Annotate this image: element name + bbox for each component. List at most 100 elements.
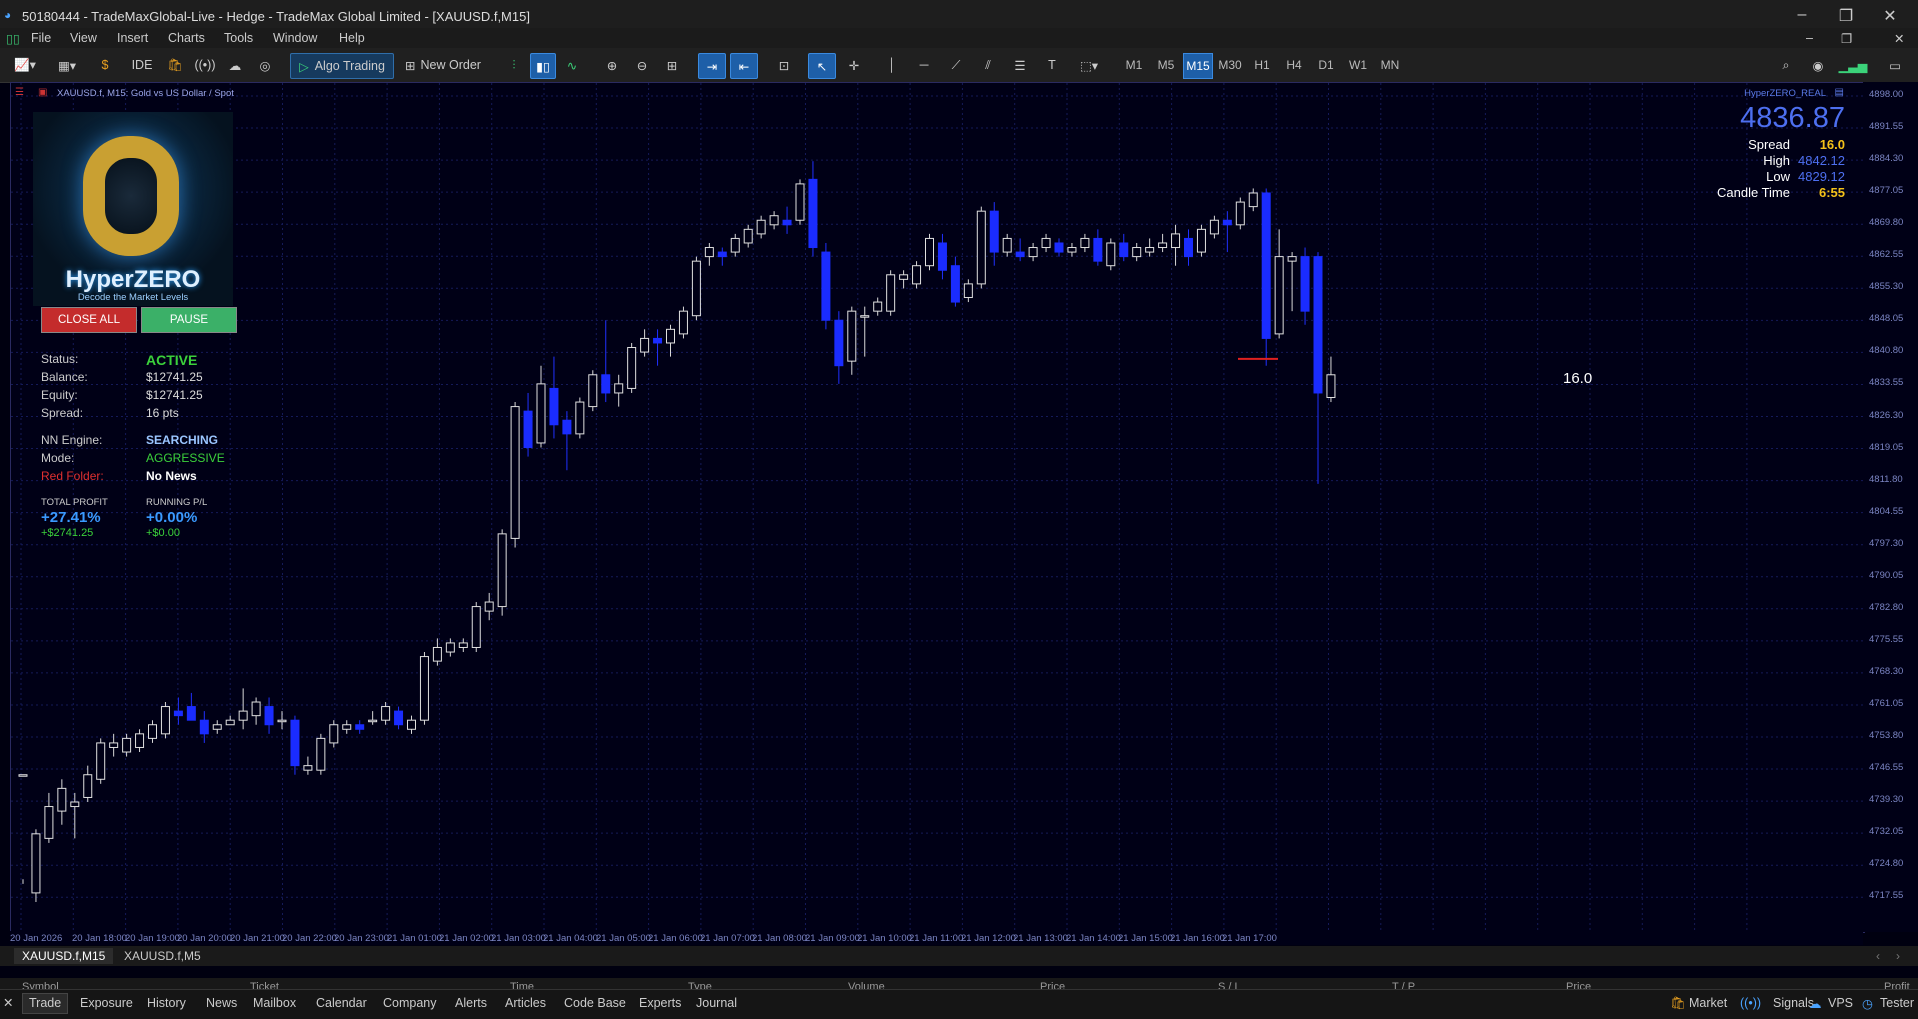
crosshair-icon[interactable]: ✛ [842,53,866,77]
spread-label: Spread: [41,406,84,420]
menu-window[interactable]: Window [273,31,317,45]
price-tick: 4891.55 [1869,121,1904,133]
tab-articles[interactable]: Articles [505,996,546,1010]
account-icon[interactable]: ◉ [1806,53,1830,77]
tf-h1[interactable]: H1 [1248,53,1276,77]
new-order-button[interactable]: ⊞ New Order [400,53,486,77]
price-tick: 4753.80 [1869,730,1904,741]
minimize-button[interactable]: – [1782,6,1822,24]
candle-body [1132,247,1142,258]
tab-code-base[interactable]: Code Base [564,996,626,1010]
close-all-button[interactable]: CLOSE ALL [41,307,137,333]
menu-view[interactable]: View [70,31,97,45]
grid-icon[interactable]: ⊞ [660,53,684,77]
candle-body [743,228,753,244]
menu-file[interactable]: File [31,31,51,45]
menu-insert[interactable]: Insert [117,31,148,45]
time-axis[interactable]: 20 Jan 2026 20 Jan 18:00 20 Jan 19:00 20 Ja… [10,931,1863,945]
tab-history[interactable]: History [147,996,186,1010]
text-icon[interactable]: T [1040,53,1064,77]
tab-trade[interactable]: Trade [22,993,69,1014]
tf-m1[interactable]: M1 [1120,53,1148,77]
algo-trading-button[interactable]: ▷ Algo Trading [290,53,394,79]
bar-chart-icon[interactable]: ⫶ [502,53,526,77]
menu-tools[interactable]: Tools [224,31,253,45]
candle-body [756,219,766,235]
tab-alerts[interactable]: Alerts [455,996,487,1010]
tf-m30[interactable]: M30 [1216,53,1244,77]
menu-restore-icon[interactable]: ❐ [1841,31,1852,46]
status-tester[interactable]: Tester [1880,996,1914,1010]
time-tick: 20 Jan 19:00 [125,933,180,944]
candlestick-icon[interactable]: ▮▯ [530,53,556,79]
line-chart-icon[interactable]: ∿ [560,53,584,77]
cursor-icon[interactable]: ↖ [808,53,836,79]
trendline-icon[interactable]: ⟋ [944,53,968,77]
window-title: 50180444 - TradeMaxGlobal-Live - Hedge -… [22,9,530,24]
chart-type-icon[interactable]: 📈▾ [8,53,42,77]
candlestick-chart[interactable] [11,83,1864,932]
connection-icon[interactable]: ▁▃▅ [1836,53,1870,77]
candle-body [1067,247,1077,253]
candle-body [1171,233,1181,249]
candle-body [316,737,326,771]
candle-body [795,183,805,221]
horizontal-line-icon[interactable]: ─ [912,53,936,77]
zoom-in-icon[interactable]: ⊕ [600,53,624,77]
vertical-line-icon[interactable]: │ [880,53,904,77]
toolbox-close-icon[interactable]: ✕ [3,995,13,1010]
tf-d1[interactable]: D1 [1312,53,1340,77]
signals-icon: ((•)) [1740,996,1762,1010]
tf-h4[interactable]: H4 [1280,53,1308,77]
templates-icon[interactable]: ▦▾ [50,53,84,77]
fibonacci-icon[interactable]: ☰ [1008,53,1032,77]
globe-icon[interactable]: ◎ [254,53,276,77]
tab-company[interactable]: Company [383,996,437,1010]
chart-tab-m15[interactable]: XAUUSD.f,M15 [14,948,114,964]
menu-minimize-icon[interactable]: – [1806,31,1813,45]
tf-m5[interactable]: M5 [1152,53,1180,77]
ide-button[interactable]: IDE [128,53,156,77]
chart-list-icon[interactable]: ☰ [15,87,24,98]
tab-news[interactable]: News [206,996,237,1010]
tabs-prev-icon[interactable]: ‹ [1876,949,1880,963]
tf-mn[interactable]: MN [1376,53,1404,77]
status-signals[interactable]: Signals [1773,996,1814,1010]
time-tick: 21 Jan 08:00 [752,933,807,944]
tab-journal[interactable]: Journal [696,996,737,1010]
status-market[interactable]: Market [1689,996,1727,1010]
autoscroll-icon[interactable]: ⇥ [698,53,726,79]
status-vps[interactable]: VPS [1828,996,1853,1010]
bag-icon[interactable]: 🛍 [164,53,186,77]
signal-icon[interactable]: ((•)) [194,53,216,77]
price-axis[interactable]: 4898.00 4891.55 4884.30 4877.05 4869.80 4862.… [1863,82,1918,932]
search-icon[interactable]: ⌕ [1774,53,1798,77]
cloud-icon[interactable]: ☁ [224,53,246,77]
menu-charts[interactable]: Charts [168,31,205,45]
tab-mailbox[interactable]: Mailbox [253,996,296,1010]
tf-m15[interactable]: M15 [1183,53,1213,79]
menu-close-icon[interactable]: ✕ [1894,31,1904,46]
chart-tab-m5[interactable]: XAUUSD.f,M5 [116,948,209,964]
running-pl-pct: +0.00% [146,509,198,526]
close-window-button[interactable]: ✕ [1870,6,1910,26]
candle-body [601,374,611,394]
tf-w1[interactable]: W1 [1344,53,1372,77]
tab-exposure[interactable]: Exposure [80,996,133,1010]
candle-body [1054,242,1064,253]
candle-body [497,533,507,608]
pause-button[interactable]: PAUSE [141,307,237,333]
chart-shift-icon[interactable]: ⇤ [730,53,758,79]
restore-button[interactable]: ❐ [1826,6,1866,26]
tabs-next-icon[interactable]: › [1896,949,1900,963]
dollar-icon[interactable]: $ [94,53,116,77]
chart-area[interactable]: ☰ ▣ XAUUSD.f, M15: Gold vs US Dollar / S… [10,82,1865,933]
channel-icon[interactable]: ⫽ [976,53,1000,77]
zoom-out-icon[interactable]: ⊖ [630,53,654,77]
tab-experts[interactable]: Experts [639,996,681,1010]
menu-help[interactable]: Help [339,31,365,45]
shapes-icon[interactable]: ⬚▾ [1072,53,1106,77]
candle-body [355,724,365,730]
tab-calendar[interactable]: Calendar [316,996,367,1010]
screenshot-icon[interactable]: ⊡ [772,53,796,77]
